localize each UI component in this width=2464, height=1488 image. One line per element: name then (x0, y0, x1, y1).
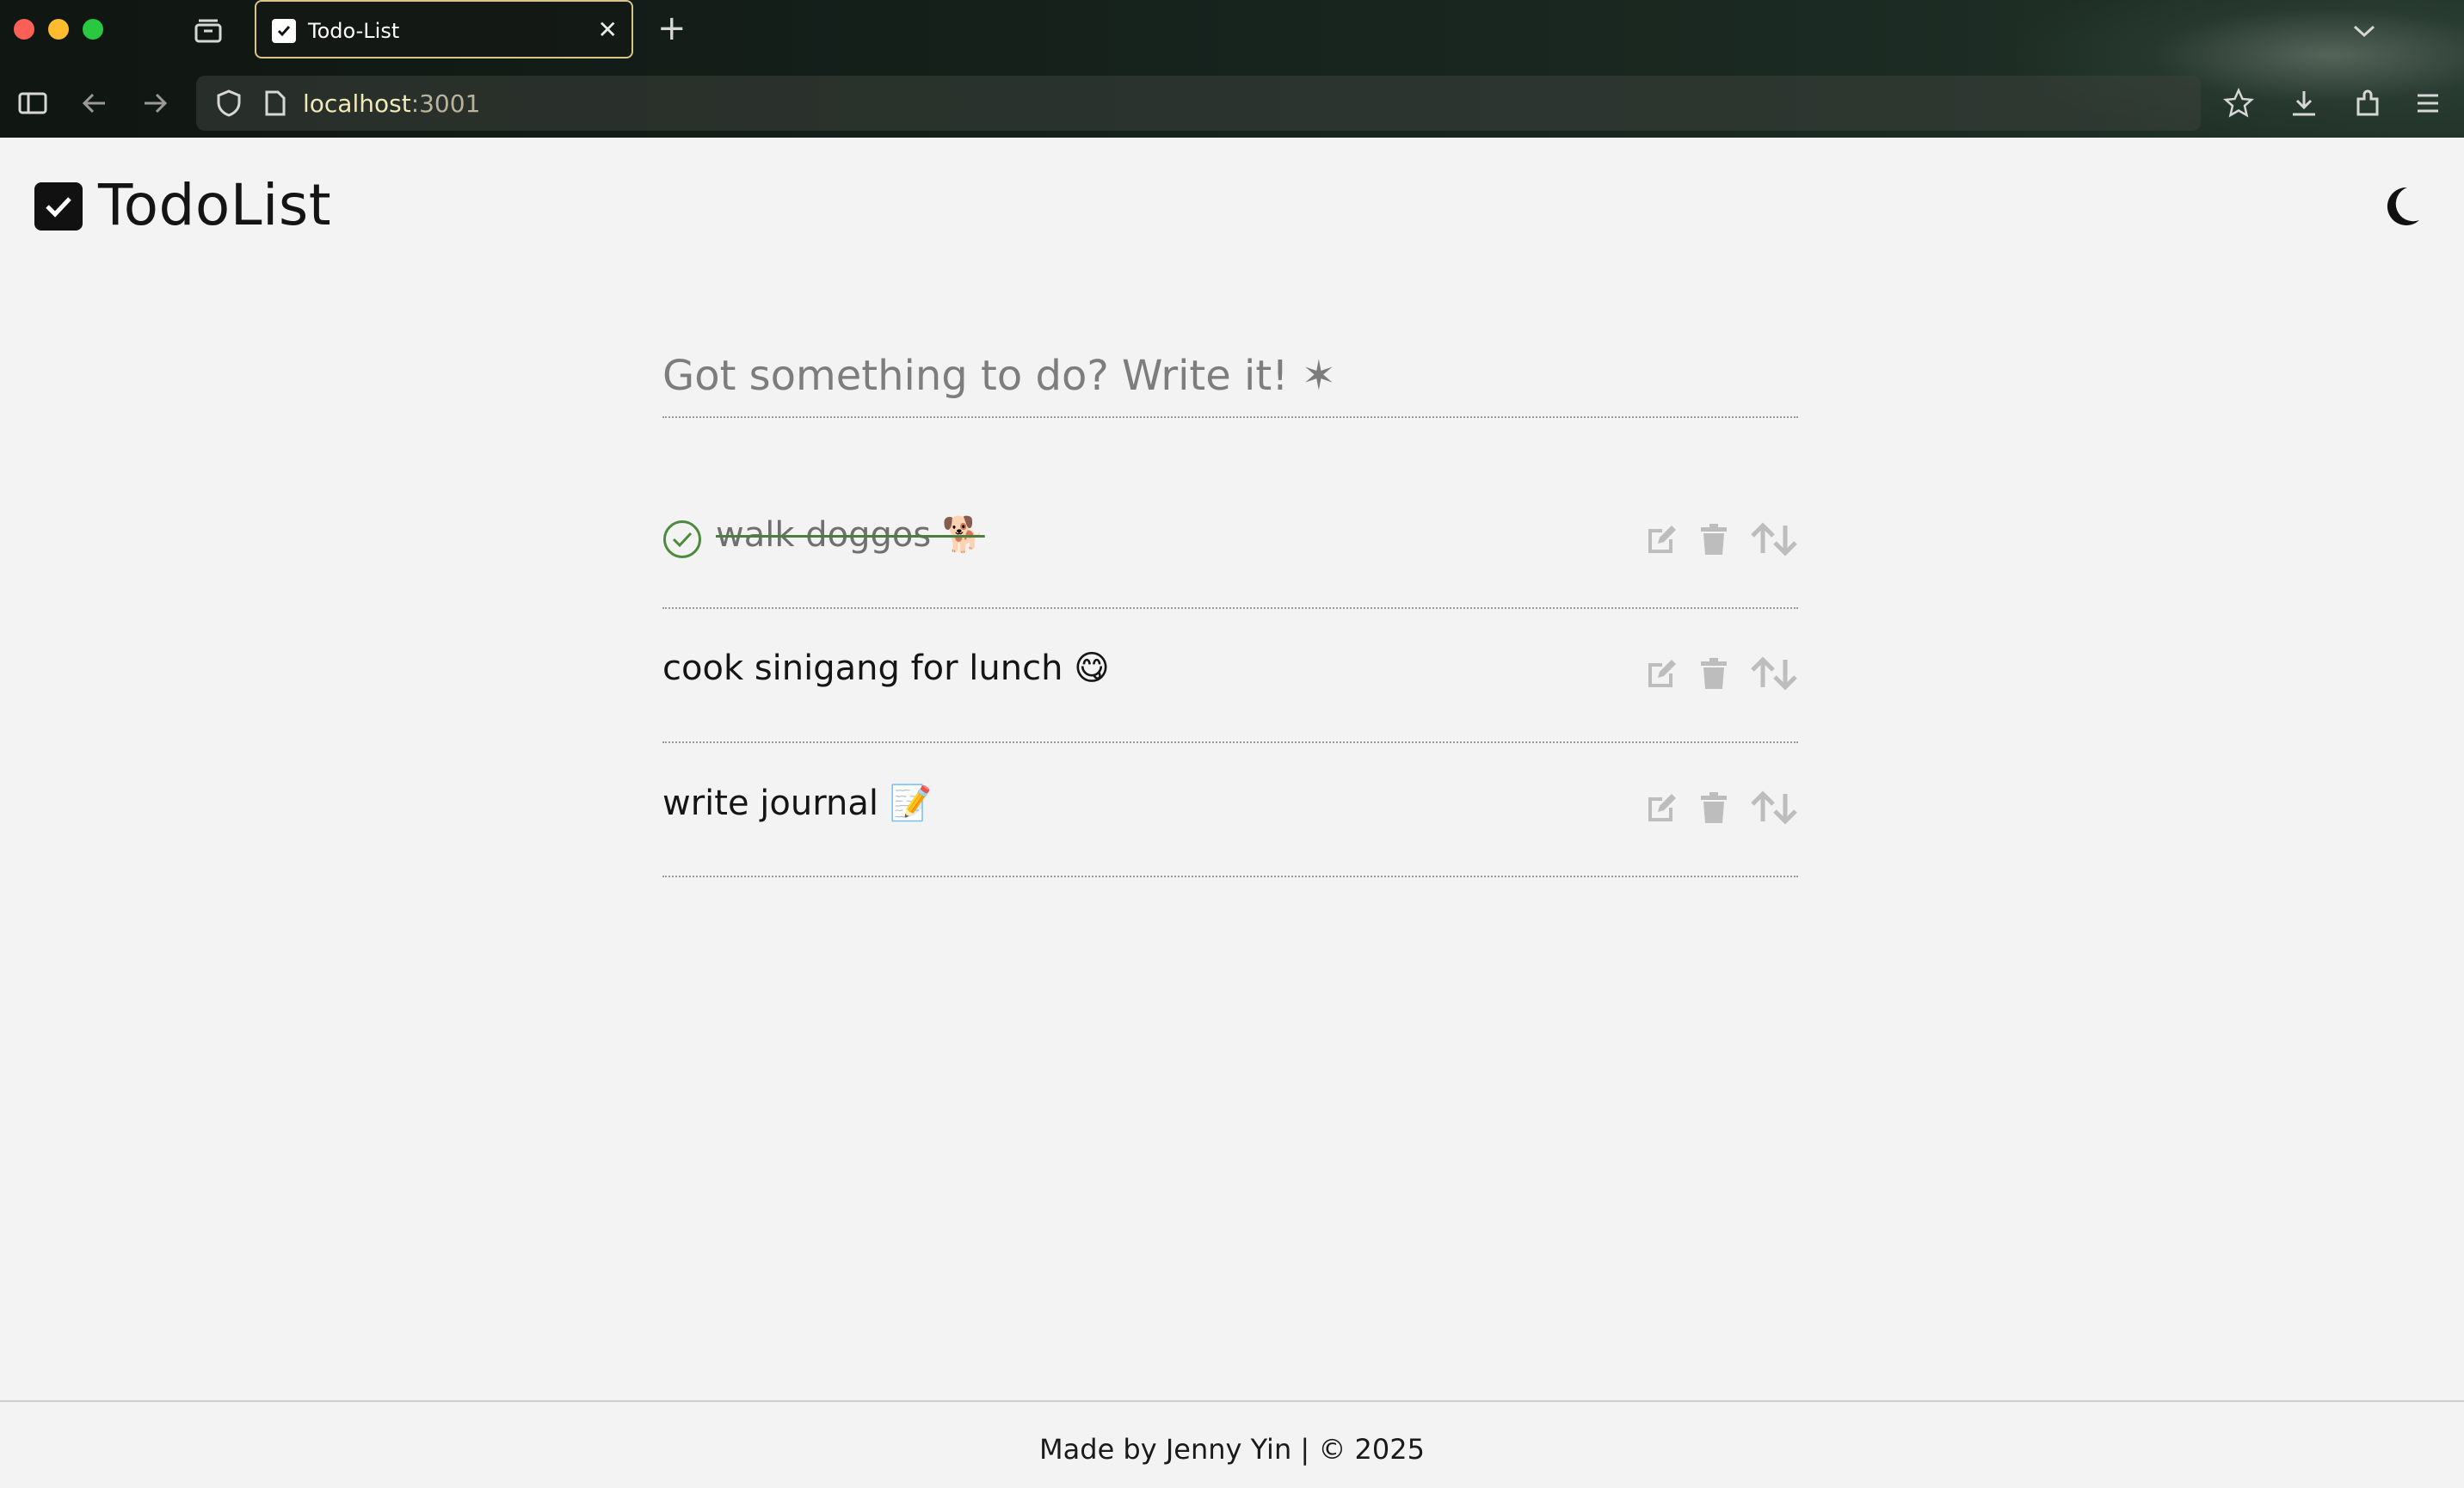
menu-hamburger-icon[interactable] (2409, 84, 2447, 122)
todo-item[interactable]: walk doggos 🐕 (662, 475, 1798, 609)
edit-icon[interactable] (1643, 520, 1681, 559)
checkbox-favicon-icon (272, 19, 296, 43)
shield-icon[interactable] (210, 84, 248, 122)
page-info-icon[interactable] (258, 84, 293, 122)
todo-text[interactable]: write journal 📝 (662, 783, 932, 823)
window-close-button[interactable] (14, 19, 34, 40)
reorder-arrows-icon[interactable] (1748, 654, 1800, 693)
app-title: TodoList (98, 172, 332, 238)
completed-check-icon[interactable] (662, 520, 702, 559)
todo-item[interactable]: write journal 📝 (662, 743, 1798, 877)
footer-credit: Made by Jenny Yin | © 2025 (1039, 1433, 1425, 1466)
todo-item[interactable]: cook sinigang for lunch 😋 (662, 609, 1798, 743)
tab-title: Todo-List (308, 19, 400, 43)
tab-close-icon[interactable]: ✕ (598, 15, 618, 44)
edit-icon[interactable] (1643, 788, 1681, 827)
url-host: localhost (303, 89, 411, 118)
trash-icon[interactable] (1697, 788, 1731, 827)
address-bar[interactable]: localhost:3001 (196, 76, 2201, 131)
todo-text[interactable]: cook sinigang for lunch 😋 (662, 649, 1110, 688)
checkbox-logo-icon (34, 182, 83, 231)
tab-list-chevron-icon[interactable] (2347, 14, 2381, 48)
browser-tab-active[interactable]: Todo-List ✕ (255, 0, 633, 58)
bookmark-star-icon[interactable] (2220, 84, 2258, 122)
trash-icon[interactable] (1697, 654, 1731, 693)
url-port: :3001 (410, 89, 481, 118)
window-zoom-button[interactable] (83, 19, 103, 40)
edit-icon[interactable] (1643, 654, 1681, 693)
back-arrow-icon[interactable] (77, 86, 112, 120)
new-todo-input[interactable] (662, 335, 1798, 418)
dark-mode-moon-icon[interactable] (2381, 184, 2423, 229)
tab-overview-icon[interactable] (191, 14, 225, 48)
trash-icon[interactable] (1697, 520, 1731, 559)
url-text[interactable]: localhost:3001 (303, 89, 480, 118)
sidebar-toggle-icon[interactable] (15, 86, 50, 120)
window-minimize-button[interactable] (48, 19, 69, 40)
reorder-arrows-icon[interactable] (1748, 520, 1800, 559)
footer: Made by Jenny Yin | © 2025 (0, 1400, 2464, 1488)
browser-chrome: Todo-List ✕ + localhost:3001 (0, 0, 2464, 138)
new-tab-icon[interactable]: + (657, 9, 687, 48)
reorder-arrows-icon[interactable] (1748, 788, 1800, 827)
forward-arrow-icon[interactable] (138, 86, 172, 120)
download-icon[interactable] (2285, 84, 2323, 122)
todo-text: walk doggos 🐕 (716, 515, 985, 555)
extensions-icon[interactable] (2349, 84, 2387, 122)
